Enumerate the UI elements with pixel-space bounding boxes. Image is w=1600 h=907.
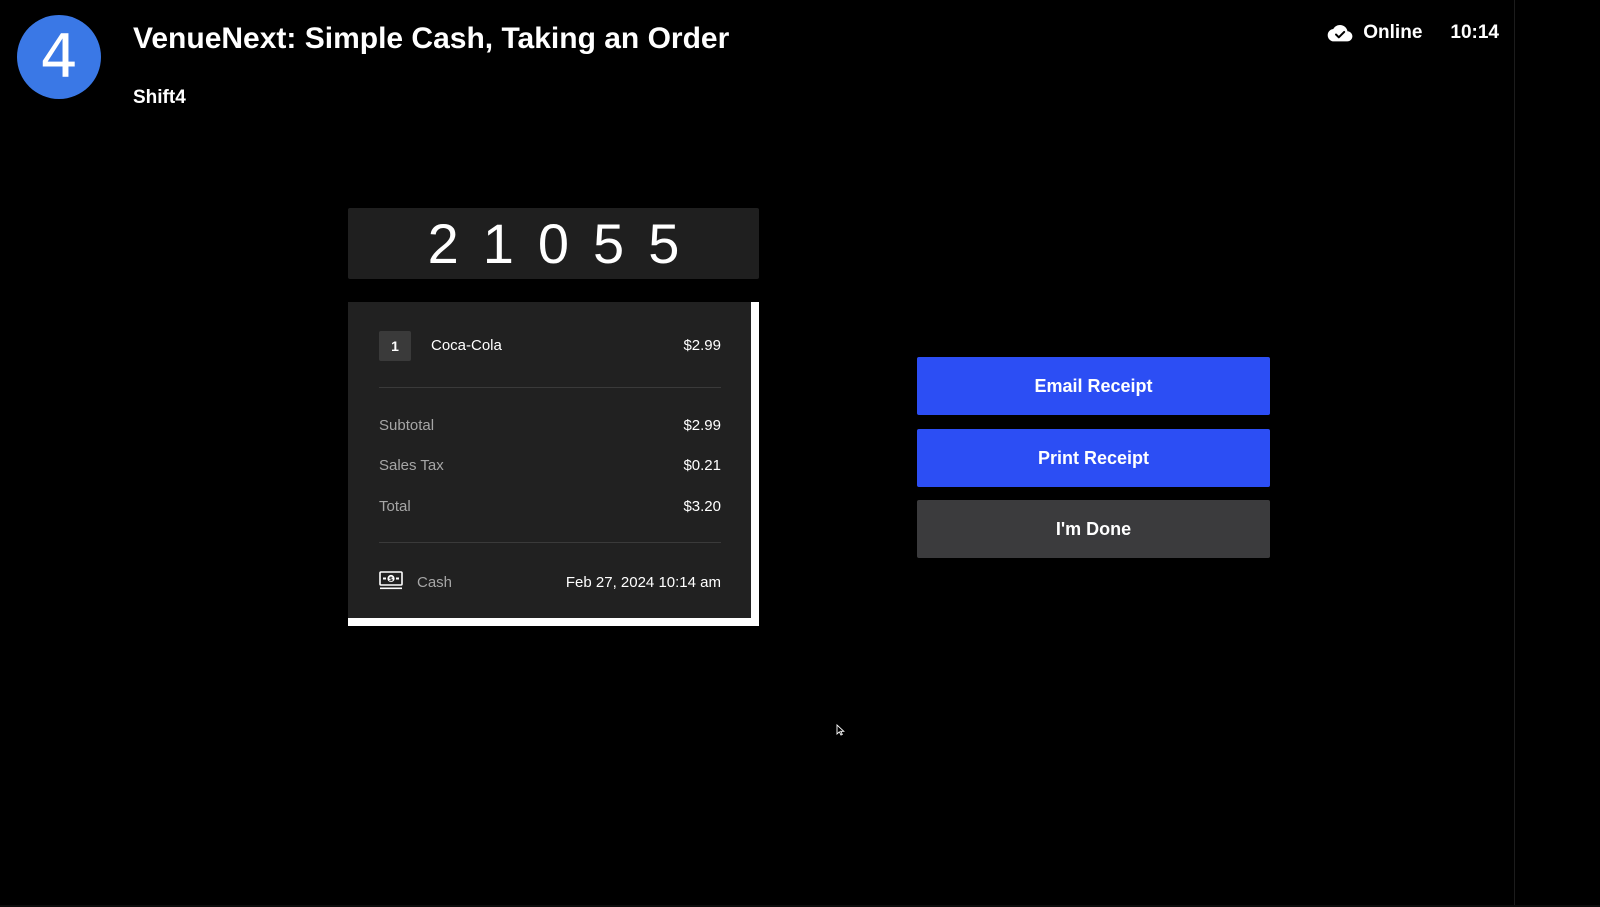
mouse-pointer-icon — [836, 724, 845, 736]
done-button[interactable]: I'm Done — [917, 500, 1270, 558]
subtotal-label: Subtotal — [379, 417, 435, 434]
total-value: $3.20 — [683, 498, 721, 515]
status-bar: Online 10:14 — [1327, 20, 1499, 46]
screen: 4 VenueNext: Simple Cash, Taking an Orde… — [0, 0, 1600, 907]
payment-method: Cash — [417, 574, 453, 591]
frame-edge — [1514, 0, 1515, 907]
payment-row: $ Cash Feb 27, 2024 10:14 am — [379, 571, 721, 593]
divider — [379, 542, 721, 543]
step-number-avatar: 4 — [17, 15, 101, 99]
total-label: Total — [379, 498, 411, 515]
email-receipt-button[interactable]: Email Receipt — [917, 357, 1270, 415]
step-number: 4 — [39, 22, 79, 92]
channel-name: Shift4 — [133, 87, 186, 108]
sales-tax-row: Sales Tax $0.21 — [379, 457, 721, 477]
svg-text:$: $ — [389, 576, 393, 583]
order-number-panel: 21055 — [348, 208, 759, 279]
clock-time: 10:14 — [1450, 22, 1499, 43]
connection-status: Online — [1363, 22, 1423, 43]
sales-tax-label: Sales Tax — [379, 457, 444, 474]
receipt-body: 1 Coca-Cola $2.99 Subtotal $2.99 Sales T… — [348, 302, 751, 618]
print-receipt-button[interactable]: Print Receipt — [917, 429, 1270, 487]
total-row: Total $3.20 — [379, 498, 721, 518]
cash-icon: $ — [379, 571, 403, 590]
sales-tax-value: $0.21 — [683, 457, 721, 474]
divider — [379, 387, 721, 388]
subtotal-value: $2.99 — [683, 417, 721, 434]
receipt-card: 1 Coca-Cola $2.99 Subtotal $2.99 Sales T… — [348, 302, 759, 626]
payment-date: Feb 27, 2024 10:14 am — [565, 574, 721, 591]
video-title: VenueNext: Simple Cash, Taking an Order — [133, 22, 730, 55]
item-name: Coca-Cola — [431, 337, 502, 354]
quantity-badge: 1 — [379, 331, 411, 361]
item-price: $2.99 — [683, 337, 721, 354]
line-item: 1 Coca-Cola $2.99 — [379, 331, 721, 361]
subtotal-row: Subtotal $2.99 — [379, 417, 721, 437]
cloud-check-icon — [1327, 25, 1353, 42]
order-number: 21055 — [427, 212, 704, 275]
